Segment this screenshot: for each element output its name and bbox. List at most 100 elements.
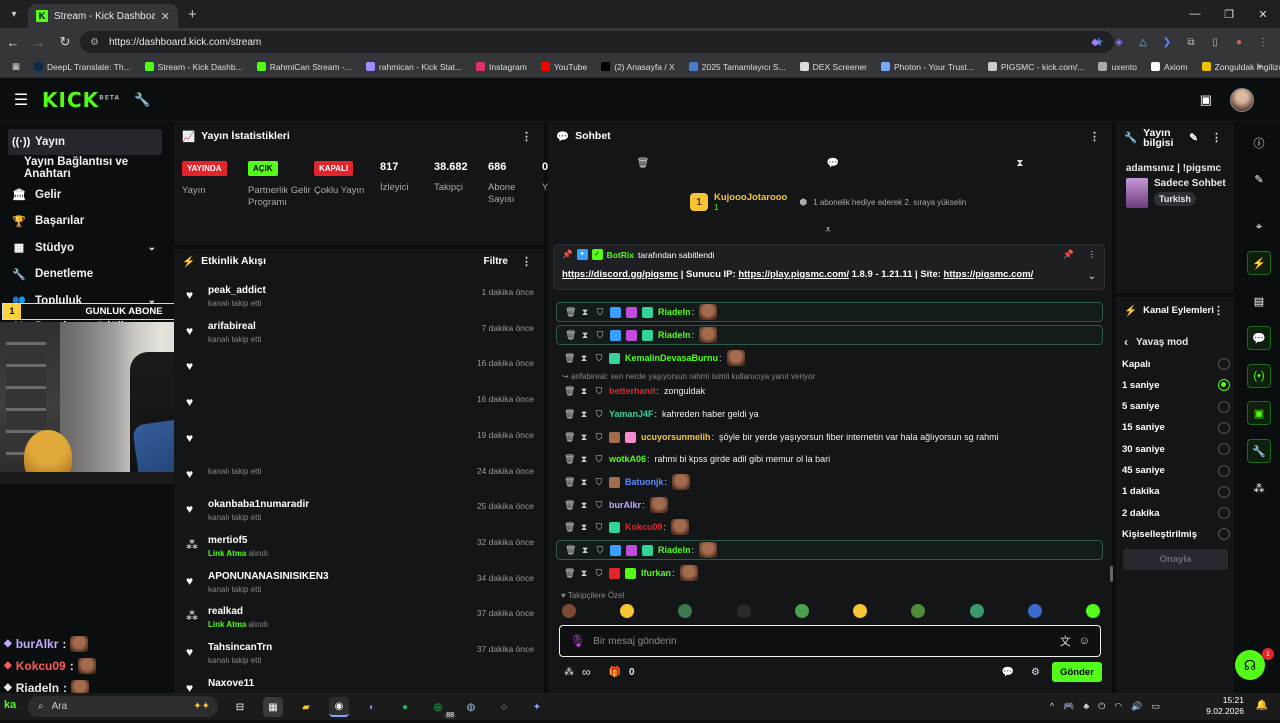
close-window-button[interactable]: ✕ xyxy=(1246,0,1280,28)
stream-info-menu-icon[interactable]: ⋮ xyxy=(1211,133,1222,144)
pinned-link[interactable]: https://play.pigsmc.com/ xyxy=(738,269,849,280)
explorer-icon[interactable]: ▰ xyxy=(296,697,316,717)
chat-scrollbar[interactable] xyxy=(1110,566,1113,582)
chat-gear-icon[interactable]: ⚙ xyxy=(1031,667,1040,678)
bookmark-item[interactable]: Photon - Your Trust... xyxy=(875,57,980,77)
chat-message[interactable]: 🗑 ⧗ ⛉ ucuyorsunmelih: şöyle bir yerde yaşıyo… xyxy=(556,427,1103,447)
delete-message-icon[interactable]: 🗑 xyxy=(564,500,575,511)
tab-search-icon[interactable]: ▾ xyxy=(0,0,28,28)
tray-usb-icon[interactable]: ⏻ xyxy=(1098,701,1105,712)
bookmark-item[interactable]: RahmiCan Stream -... xyxy=(251,57,358,77)
apps-grid-icon[interactable]: ▦ xyxy=(6,57,26,77)
activity-menu-icon[interactable]: ⋮ xyxy=(521,255,532,268)
chat-input-box[interactable]: 🎙 文 ☺ xyxy=(559,625,1101,657)
ban-shield-icon[interactable]: ⛉ xyxy=(594,353,604,364)
chat-message[interactable]: 🗑 ⧗ ⛉ betterhanit: zonguldak xyxy=(556,381,1103,401)
new-tab-button[interactable]: + xyxy=(188,6,197,23)
chat-message[interactable]: 🗑 ⧗ ⛉ Ifurkan: xyxy=(556,563,1103,583)
category-name[interactable]: Sadece Sohbet xyxy=(1154,178,1226,189)
chat-username[interactable]: YamanJ4F xyxy=(609,409,654,419)
microphone-icon[interactable]: 🎙 xyxy=(570,634,585,648)
radio-button[interactable] xyxy=(1218,400,1230,413)
pinned-link[interactable]: https://discord.gg/pigsmc xyxy=(562,269,678,280)
rail-community-icon[interactable]: ⁂ xyxy=(1247,476,1271,500)
activity-item[interactable]: ♥ 16 dakika önce xyxy=(174,356,544,392)
site-info-icon[interactable]: ⚙ xyxy=(90,37,99,48)
scroll-indicator-icon[interactable]: ⩡ xyxy=(825,224,831,237)
chat-username[interactable]: Riadeln xyxy=(658,330,691,340)
slow-mode-back[interactable]: ‹ Yavaş mod xyxy=(1124,335,1188,349)
translate-icon[interactable]: 文 xyxy=(1060,633,1071,649)
timeout-icon[interactable]: ⧗ xyxy=(579,409,589,420)
taskbar-clock[interactable]: 15:21 9.02.2026 xyxy=(1206,695,1244,717)
extension-3-icon[interactable]: △ xyxy=(1134,33,1152,51)
target-icon[interactable]: ⌖ xyxy=(1247,215,1271,239)
document-icon[interactable]: ▤ xyxy=(1247,289,1271,313)
activity-item[interactable]: ♥ okanbaba1numaradir kanalı takip etti 25 d… xyxy=(174,499,544,535)
tab-close-icon[interactable]: ✕ xyxy=(161,10,170,23)
bookmark-item[interactable]: Stream - Kick Dashb... xyxy=(139,57,249,77)
taskbar-search[interactable]: ⌕ Ara ✦✦ xyxy=(28,696,218,717)
tray-wifi-icon[interactable]: ◠ xyxy=(1114,701,1122,712)
timeout-icon[interactable]: ⧗ xyxy=(580,307,590,318)
timeout-icon[interactable]: ⧗ xyxy=(579,568,589,579)
chat-username[interactable]: betterhanit xyxy=(609,386,656,396)
radio-button[interactable] xyxy=(1218,358,1230,370)
quick-emote-icon[interactable] xyxy=(911,604,926,618)
chat-bubble-icon[interactable]: 💬 xyxy=(827,158,839,178)
nav-item[interactable]: 🏛 Gelir xyxy=(0,182,170,209)
bookmark-item[interactable]: 2025 Tamamlayıcı S... xyxy=(683,57,792,77)
radio-button[interactable] xyxy=(1218,443,1230,456)
nav-item[interactable]: ((·)) Yayın xyxy=(8,129,162,155)
extensions-puzzle-icon[interactable]: ⧉ xyxy=(1182,33,1200,51)
radio-button[interactable] xyxy=(1218,464,1230,477)
slow-mode-option[interactable]: Kişiselleştirilmiş xyxy=(1122,524,1230,544)
ban-shield-icon[interactable]: ⛉ xyxy=(594,500,604,511)
nav-item[interactable]: 🏆 Başarılar xyxy=(0,208,170,235)
slow-mode-option[interactable]: 1 saniye xyxy=(1122,375,1230,395)
app-extra-icon[interactable]: ✦ xyxy=(527,697,547,717)
kick-logo[interactable]: KICKBETA xyxy=(42,88,120,112)
pinned-expand-icon[interactable]: ⌄ xyxy=(1088,271,1096,282)
send-button[interactable]: Gönder xyxy=(1052,662,1102,682)
delete-message-icon[interactable]: 🗑 xyxy=(564,477,575,488)
confirm-button[interactable]: Onayla xyxy=(1123,549,1228,570)
channel-actions-menu-icon[interactable]: ⋮ xyxy=(1213,304,1224,317)
bookmark-item[interactable]: DEX Screener xyxy=(794,57,873,77)
quick-emote-icon[interactable] xyxy=(620,604,635,618)
delete-message-icon[interactable]: 🗑 xyxy=(564,432,575,443)
radio-button[interactable] xyxy=(1218,421,1230,434)
slow-mode-option[interactable]: 15 saniye xyxy=(1122,418,1230,438)
delete-message-icon[interactable]: 🗑 xyxy=(564,353,575,364)
edit-icon[interactable]: ✎ xyxy=(1189,133,1198,144)
pinned-menu-icon[interactable]: ⋮ xyxy=(1088,249,1097,260)
quick-emote-icon[interactable] xyxy=(736,604,751,618)
chat-settings-bubble-icon[interactable]: 💬 xyxy=(1002,667,1014,678)
profile-icon[interactable]: ● xyxy=(1230,33,1248,51)
tray-game-icon[interactable]: 🎮 xyxy=(1063,701,1074,712)
timeout-icon[interactable]: ⧗ xyxy=(579,477,589,488)
bookmark-item[interactable]: YouTube xyxy=(535,57,593,77)
nav-item[interactable]: Yayın Bağlantısı ve Anahtarı xyxy=(0,155,170,182)
extension-4-icon[interactable]: ❯ xyxy=(1158,33,1176,51)
spotify-icon[interactable]: ● xyxy=(395,697,415,717)
bookmark-item[interactable]: uxento xyxy=(1092,57,1143,77)
stats-menu-icon[interactable]: ⋮ xyxy=(521,130,532,143)
extension-1-icon[interactable]: ◆ xyxy=(1086,33,1104,51)
radio-button[interactable] xyxy=(1218,507,1230,520)
delete-message-icon[interactable]: 🗑 xyxy=(564,386,575,397)
chat-message[interactable]: 🗑 ⧗ ⛉ wotkA06: rahmi bi kpss girde adil gibi… xyxy=(556,449,1103,469)
extension-2-icon[interactable]: ◈ xyxy=(1110,33,1128,51)
chat-message[interactable]: 🗑 ⧗ ⛉ Riadeln: xyxy=(556,302,1103,322)
ban-shield-icon[interactable]: ⛉ xyxy=(594,568,604,579)
slow-mode-option[interactable]: 45 saniye xyxy=(1122,461,1230,481)
timeout-icon[interactable]: ⧗ xyxy=(579,522,589,533)
avatar[interactable] xyxy=(1230,88,1254,112)
delete-message-icon[interactable]: 🗑 xyxy=(564,568,575,579)
reload-icon[interactable]: ↻ xyxy=(52,34,78,50)
quick-emote-icon[interactable] xyxy=(678,604,693,618)
delete-message-icon[interactable]: 🗑 xyxy=(565,307,576,318)
slow-mode-option[interactable]: Kapalı xyxy=(1122,354,1230,374)
quick-emote-icon[interactable] xyxy=(853,604,868,618)
nav-item[interactable]: 🔧 Denetleme xyxy=(0,261,170,288)
